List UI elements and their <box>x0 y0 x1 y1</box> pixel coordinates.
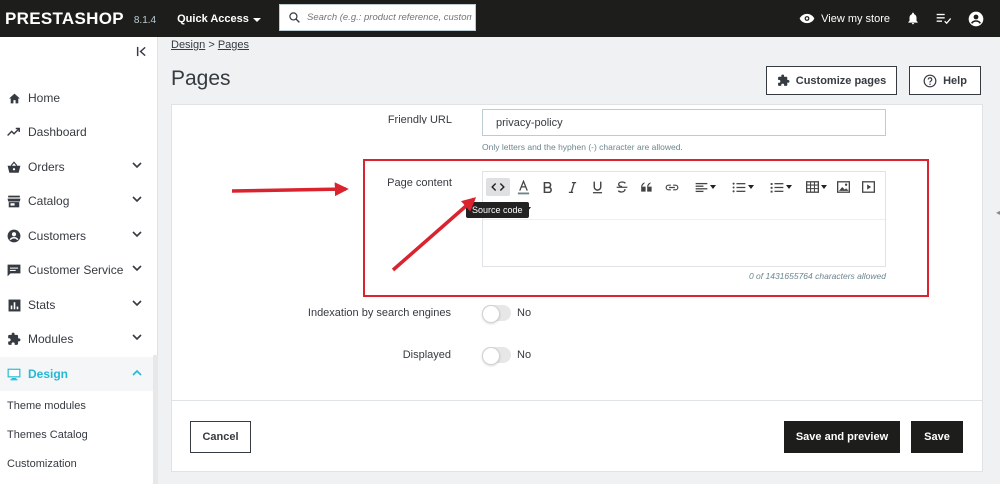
indexation-toggle[interactable] <box>482 305 511 323</box>
form-footer-divider <box>172 400 982 401</box>
chevron-down-icon <box>132 334 142 341</box>
sidebar-subitem-customization[interactable]: Customization <box>7 458 77 470</box>
desktop-icon <box>7 367 21 381</box>
indexation-value: No <box>517 307 532 319</box>
home-icon <box>7 91 21 105</box>
chevron-down-icon <box>132 231 142 238</box>
help-label: Help <box>943 74 967 87</box>
friendly-url-input[interactable]: privacy-policy <box>482 109 886 136</box>
search-box[interactable] <box>279 4 476 31</box>
sidebar-item-design[interactable]: Design <box>0 357 158 391</box>
help-circle-icon <box>923 74 937 87</box>
sidebar-subitem-theme-modules[interactable]: Theme modules <box>7 400 86 412</box>
indexation-label: Indexation by search engines <box>307 307 451 319</box>
header-actions: View my store <box>799 0 1000 37</box>
store-icon <box>7 194 21 208</box>
sidebar-item-modules[interactable]: Modules <box>0 322 158 356</box>
annotation-highlight-box <box>363 159 929 297</box>
tasks-button[interactable] <box>936 12 952 25</box>
chat-icon <box>7 263 21 277</box>
save-and-preview-button[interactable]: Save and preview <box>784 421 900 453</box>
account-circle-icon <box>7 229 21 243</box>
top-header: PRESTASHOP 8.1.4 Quick Access View my st… <box>0 0 1000 37</box>
chevron-down-icon <box>132 162 142 169</box>
caret-down-icon <box>252 17 261 22</box>
chevron-up-icon <box>132 369 142 376</box>
sidebar-item-catalog[interactable]: Catalog <box>0 184 158 218</box>
quick-access-dropdown[interactable]: Quick Access <box>177 13 261 25</box>
sidebar: Home Dashboard Orders Catalog Customers … <box>0 37 158 484</box>
view-store-link[interactable]: View my store <box>799 13 890 25</box>
sidebar-item-label: Dashboard <box>28 125 87 139</box>
bar-chart-icon <box>7 298 21 312</box>
sidebar-item-customer-service[interactable]: Customer Service <box>0 253 158 287</box>
sidebar-item-label: Orders <box>28 160 65 174</box>
breadcrumb: Design > Pages <box>171 39 249 51</box>
sidebar-item-stats[interactable]: Stats <box>0 288 158 322</box>
breadcrumb-design-link[interactable]: Design <box>171 39 205 51</box>
notifications-button[interactable] <box>906 11 920 26</box>
quick-access-label: Quick Access <box>177 12 249 25</box>
page-scroll-indicator: ◂ <box>996 208 1000 217</box>
friendly-url-label: Friendly URL <box>387 114 452 124</box>
view-store-label: View my store <box>821 12 890 25</box>
chevron-down-icon <box>132 196 142 203</box>
sidebar-subitem-themes-catalog[interactable]: Themes Catalog <box>7 429 88 441</box>
eye-icon <box>799 13 815 24</box>
account-circle-icon <box>968 11 984 26</box>
search-icon <box>289 12 300 23</box>
sidebar-item-label: Home <box>28 91 61 105</box>
trending-up-icon <box>7 125 21 139</box>
sidebar-item-label: Customers <box>28 229 87 243</box>
basket-icon <box>7 160 21 174</box>
collapse-sidebar-button[interactable] <box>136 46 147 60</box>
sidebar-item-home[interactable]: Home <box>0 81 158 115</box>
sidebar-item-dashboard[interactable]: Dashboard <box>0 115 158 149</box>
customize-pages-label: Customize pages <box>795 74 887 87</box>
displayed-toggle[interactable] <box>482 347 511 365</box>
cancel-button[interactable]: Cancel <box>190 421 251 453</box>
search-input[interactable] <box>307 12 472 23</box>
breadcrumb-pages-link[interactable]: Pages <box>218 39 249 51</box>
collapse-icon <box>136 46 146 57</box>
puzzle-icon <box>777 74 790 86</box>
sidebar-item-orders[interactable]: Orders <box>0 150 158 184</box>
sidebar-item-label: Design <box>28 367 69 381</box>
customize-pages-button[interactable]: Customize pages <box>766 66 897 95</box>
chevron-down-icon <box>132 265 142 272</box>
friendly-url-help: Only letters and the hyphen (-) characte… <box>482 142 683 152</box>
page-title: Pages <box>171 67 231 90</box>
puzzle-icon <box>7 332 21 346</box>
account-button[interactable] <box>968 11 984 27</box>
save-button[interactable]: Save <box>911 421 963 453</box>
sidebar-item-label: Catalog <box>28 194 70 208</box>
checklist-icon <box>936 13 952 25</box>
version-label: 8.1.4 <box>133 14 157 26</box>
sidebar-scrollbar[interactable] <box>153 355 158 484</box>
sidebar-item-label: Customer Service <box>28 263 124 277</box>
sidebar-item-customers[interactable]: Customers <box>0 219 158 253</box>
friendly-url-value: privacy-policy <box>496 116 563 129</box>
prestashop-logo[interactable]: PRESTASHOP <box>5 9 124 29</box>
displayed-value: No <box>517 349 532 361</box>
sidebar-item-label: Modules <box>28 332 74 346</box>
chevron-down-icon <box>132 300 142 307</box>
bell-icon <box>908 12 918 25</box>
breadcrumb-separator: > <box>208 39 215 51</box>
sidebar-item-label: Stats <box>28 298 56 312</box>
displayed-label: Displayed <box>402 349 451 361</box>
help-button[interactable]: Help <box>909 66 981 95</box>
